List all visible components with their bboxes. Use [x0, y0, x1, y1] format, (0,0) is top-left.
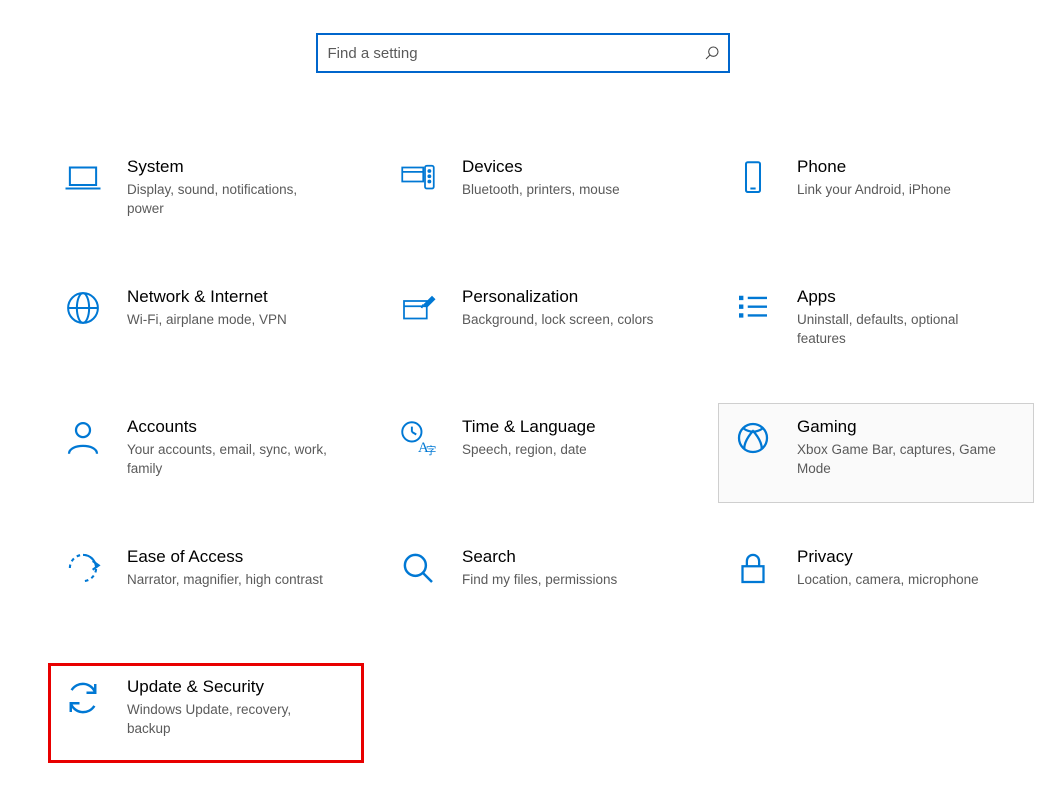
tile-desc: Speech, region, date — [462, 440, 662, 459]
tile-desc: Uninstall, defaults, optional features — [797, 310, 997, 348]
tile-desc: Find my files, permissions — [462, 570, 662, 589]
tile-desc: Your accounts, email, sync, work, family — [127, 440, 327, 478]
tile-network[interactable]: Network & Internet Wi-Fi, airplane mode,… — [48, 273, 364, 373]
tile-title: Search — [462, 546, 688, 568]
tile-desc: Location, camera, microphone — [797, 570, 997, 589]
laptop-icon — [61, 156, 105, 200]
magnifier-icon — [396, 546, 440, 590]
tile-title: Gaming — [797, 416, 1023, 438]
xbox-icon — [731, 416, 775, 460]
tile-desc: Link your Android, iPhone — [797, 180, 997, 199]
tile-desc: Windows Update, recovery, backup — [127, 700, 327, 738]
tile-title: Time & Language — [462, 416, 688, 438]
tile-title: Update & Security — [127, 676, 353, 698]
tile-desc: Narrator, magnifier, high contrast — [127, 570, 327, 589]
tile-title: Phone — [797, 156, 1023, 178]
tile-privacy[interactable]: Privacy Location, camera, microphone — [718, 533, 1034, 633]
tile-title: Devices — [462, 156, 688, 178]
tile-update-security[interactable]: Update & Security Windows Update, recove… — [48, 663, 364, 763]
tile-system[interactable]: System Display, sound, notifications, po… — [48, 143, 364, 243]
ease-of-access-icon — [61, 546, 105, 590]
search-box[interactable] — [316, 33, 730, 73]
tile-title: Privacy — [797, 546, 1023, 568]
tile-ease-of-access[interactable]: Ease of Access Narrator, magnifier, high… — [48, 533, 364, 633]
settings-grid: System Display, sound, notifications, po… — [0, 143, 1045, 763]
tile-title: Accounts — [127, 416, 353, 438]
tile-desc: Display, sound, notifications, power — [127, 180, 327, 218]
tile-gaming[interactable]: Gaming Xbox Game Bar, captures, Game Mod… — [718, 403, 1034, 503]
tile-devices[interactable]: Devices Bluetooth, printers, mouse — [383, 143, 699, 243]
lock-icon — [731, 546, 775, 590]
tile-apps[interactable]: Apps Uninstall, defaults, optional featu… — [718, 273, 1034, 373]
tile-title: System — [127, 156, 353, 178]
tile-title: Personalization — [462, 286, 688, 308]
person-icon — [61, 416, 105, 460]
devices-icon — [396, 156, 440, 200]
paint-icon — [396, 286, 440, 330]
sync-icon — [61, 676, 105, 720]
tile-phone[interactable]: Phone Link your Android, iPhone — [718, 143, 1034, 243]
tile-accounts[interactable]: Accounts Your accounts, email, sync, wor… — [48, 403, 364, 503]
tile-search[interactable]: Search Find my files, permissions — [383, 533, 699, 633]
search-container — [0, 0, 1045, 73]
phone-icon — [731, 156, 775, 200]
tile-time-language[interactable]: A 字 Time & Language Speech, region, date — [383, 403, 699, 503]
tile-title: Ease of Access — [127, 546, 353, 568]
tile-desc: Background, lock screen, colors — [462, 310, 662, 329]
svg-text:字: 字 — [426, 444, 437, 457]
search-input[interactable] — [326, 44, 704, 63]
apps-list-icon — [731, 286, 775, 330]
time-language-icon: A 字 — [396, 416, 440, 460]
tile-personalization[interactable]: Personalization Background, lock screen,… — [383, 273, 699, 373]
tile-desc: Xbox Game Bar, captures, Game Mode — [797, 440, 997, 478]
tile-desc: Bluetooth, printers, mouse — [462, 180, 662, 199]
tile-title: Network & Internet — [127, 286, 353, 308]
tile-desc: Wi-Fi, airplane mode, VPN — [127, 310, 327, 329]
globe-icon — [61, 286, 105, 330]
search-icon — [704, 45, 720, 61]
tile-title: Apps — [797, 286, 1023, 308]
